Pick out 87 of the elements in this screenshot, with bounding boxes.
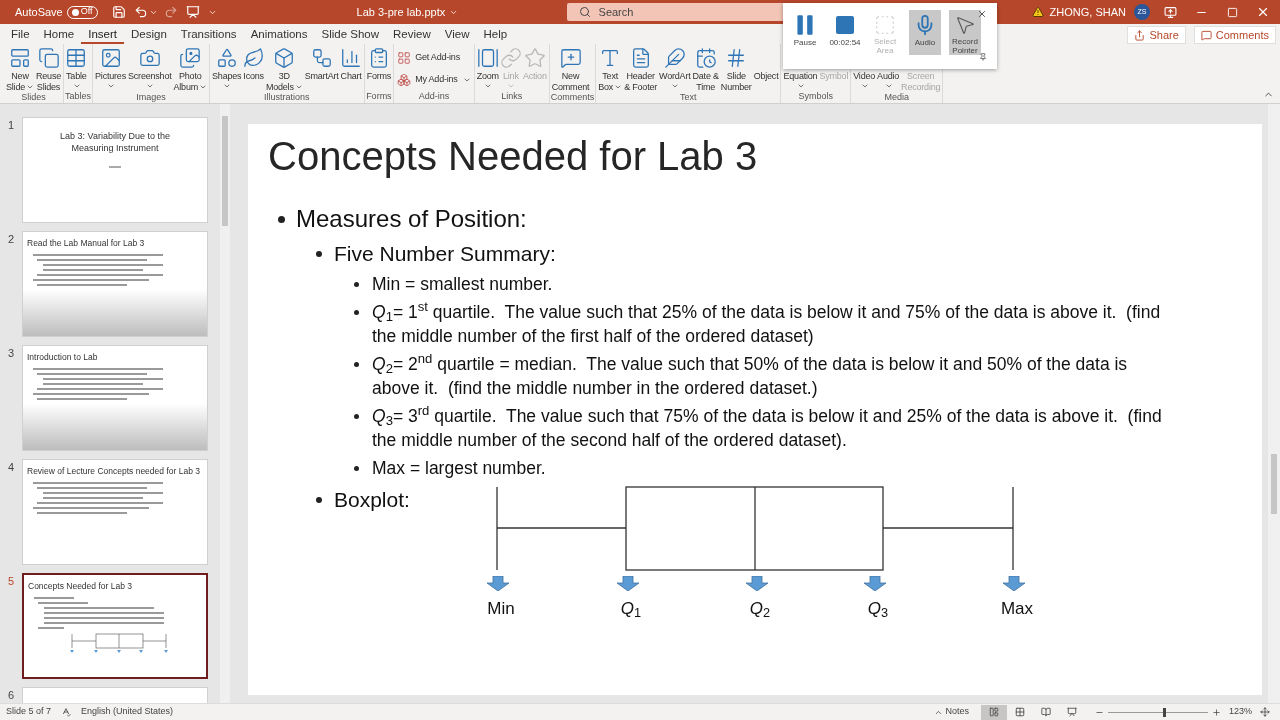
- bullet-text: Q$_{3}$= 3$^{rd}$ quartile. The value such that 75% of the data is below it and 25% of the data is above it. (find the middle number of the second half of the ordered dataset).: [372, 404, 1163, 452]
- boxplot-label: Q$_{1}$: [620, 598, 642, 620]
- group-label: Symbols: [797, 91, 835, 103]
- recorder-button[interactable]: 00:02:54: [829, 10, 861, 55]
- ribbon-button[interactable]: Header & Footer: [623, 71, 659, 92]
- ribbon-tab[interactable]: Review: [386, 26, 438, 44]
- ribbon-tab[interactable]: Slide Show: [314, 26, 387, 44]
- ribbon-button[interactable]: Forms: [365, 71, 393, 82]
- slide-number: 6: [7, 688, 16, 703]
- thumbnail-title: Concepts Needed for Lab 3: [28, 581, 133, 592]
- ribbon-button[interactable]: New Comment: [550, 71, 591, 92]
- ribbon-button[interactable]: Photo Album: [172, 71, 209, 92]
- ribbon-button[interactable]: Pictures: [94, 71, 127, 90]
- thumbnail-title: Introduction to Lab: [27, 352, 99, 363]
- slide-thumbnail[interactable]: Introduction to Lab: [22, 345, 208, 451]
- ribbon-tab[interactable]: Animations: [243, 26, 315, 44]
- ribbon-button[interactable]: Reuse Slides: [35, 71, 63, 92]
- bullet-text: Measures of Position:: [296, 204, 527, 234]
- bullet-text: Five Number Summary:: [334, 241, 556, 267]
- group-label: Media: [883, 92, 911, 104]
- ribbon-button[interactable]: Date & Time: [691, 71, 720, 92]
- group-label: Tables: [65, 91, 92, 103]
- slide-number: 5: [7, 574, 16, 589]
- ribbon-button[interactable]: Get Add-ins: [395, 48, 473, 68]
- bullet-text: Min = smallest number.: [372, 273, 553, 296]
- group-label: Links: [500, 91, 524, 103]
- recorder-button[interactable]: Audio: [909, 10, 941, 55]
- group-label: Forms: [365, 91, 393, 103]
- group-label: Add-ins: [417, 91, 451, 103]
- boxplot-label: Q$_{3}$: [867, 598, 889, 620]
- bullet-text: Boxplot:: [334, 487, 411, 513]
- group-label: Comments: [550, 92, 595, 104]
- slide-number: 1: [7, 118, 16, 133]
- bullet-text: Q$_{1}$= 1$^{st}$ quartile. The value such that 25% of the data is below it and 75% of the data is above it. (find the middle number of the first half of the ordered dataset): [372, 300, 1162, 348]
- ribbon-button[interactable]: Slide Number: [719, 71, 753, 92]
- comments-button[interactable]: Comments: [1193, 26, 1276, 44]
- ribbon-button[interactable]: Object: [752, 71, 780, 82]
- ribbon-tab[interactable]: View: [437, 26, 477, 44]
- boxplot-label: Max: [1000, 598, 1034, 620]
- slide-number: 2: [7, 232, 16, 247]
- notes-button[interactable]: Notes: [934, 705, 969, 719]
- ribbon-button[interactable]: Equation: [782, 71, 819, 90]
- ribbon-button[interactable]: Table: [65, 71, 88, 90]
- boxplot-label: Min: [487, 598, 515, 620]
- ribbon-button[interactable]: Icons: [242, 71, 265, 82]
- slide-thumbnail[interactable]: Read the Lab Manual for Lab 3: [22, 231, 208, 337]
- ribbon-button[interactable]: 3D Models: [264, 71, 304, 92]
- ribbon-button[interactable]: Text Box: [597, 71, 624, 92]
- user-name: ZHONG, SHAN: [1049, 4, 1126, 20]
- slide-count: Slide 5 of 7: [6, 705, 52, 719]
- slide-thumbnail[interactable]: Lab 3: Variability Due to the Measuring Instrument: [22, 117, 208, 223]
- boxplot-label: Q$_{2}$: [749, 598, 771, 620]
- share-button[interactable]: Share: [1127, 26, 1186, 44]
- slide-number: 3: [7, 346, 16, 361]
- ribbon-button[interactable]: WordArt: [658, 71, 692, 90]
- group-label: Images: [135, 92, 167, 104]
- slide-number: 4: [7, 460, 16, 475]
- slide-thumbnail[interactable]: Concepts Needed for Lab 3: [22, 573, 208, 679]
- bullet-text: Max = largest number.: [372, 457, 546, 480]
- bullet-text: Q$_{2}$= 2$^{nd}$ quartile = median. The value such that 50% of the data is below it and 50% of the data is above it. (find the middle number in the ordered dataset.): [372, 352, 1129, 400]
- ribbon-button[interactable]: Screenshot: [127, 71, 173, 90]
- ribbon-button[interactable]: My Add-ins: [395, 70, 473, 90]
- ribbon-tab[interactable]: Home: [36, 26, 82, 44]
- autosave-label: AutoSave: [15, 4, 63, 20]
- group-label: Illustrations: [263, 92, 311, 104]
- group-label: Text: [679, 92, 698, 104]
- ribbon-tab[interactable]: Help: [476, 26, 515, 44]
- ribbon-button[interactable]: Chart: [339, 71, 363, 82]
- zoom-level[interactable]: 123%: [1228, 705, 1252, 719]
- language[interactable]: English (United States): [81, 705, 174, 719]
- ribbon-button[interactable]: SmartArt: [303, 71, 340, 82]
- ribbon-button[interactable]: Zoom: [475, 71, 500, 90]
- ribbon-tab[interactable]: File: [4, 26, 37, 44]
- thumbnail-title: Lab 3: Variability Due to the Measuring Instrument: [59, 130, 171, 154]
- ribbon-tab[interactable]: Transitions: [173, 26, 244, 44]
- group-label: Slides: [20, 92, 47, 104]
- file-name[interactable]: Lab 3-pre lab.pptx: [356, 3, 557, 21]
- recorder-button[interactable]: Record Pointer: [949, 10, 981, 55]
- ribbon-button[interactable]: Audio: [876, 71, 901, 90]
- ribbon-tab[interactable]: Design: [124, 26, 174, 44]
- thumbnail-title: Review of Lecture Concepts needed for Lab 3: [27, 466, 201, 477]
- ribbon-button[interactable]: Video: [852, 71, 877, 90]
- slide-thumbnail[interactable]: Review of Lecture Concepts needed for Lab 3: [22, 459, 208, 565]
- slide-title: Concepts Needed for Lab 3: [268, 133, 759, 180]
- thumbnail-title: Read the Lab Manual for Lab 3: [27, 238, 146, 249]
- ribbon-button[interactable]: New Slide: [5, 71, 35, 92]
- ribbon-button[interactable]: Shapes: [211, 71, 243, 90]
